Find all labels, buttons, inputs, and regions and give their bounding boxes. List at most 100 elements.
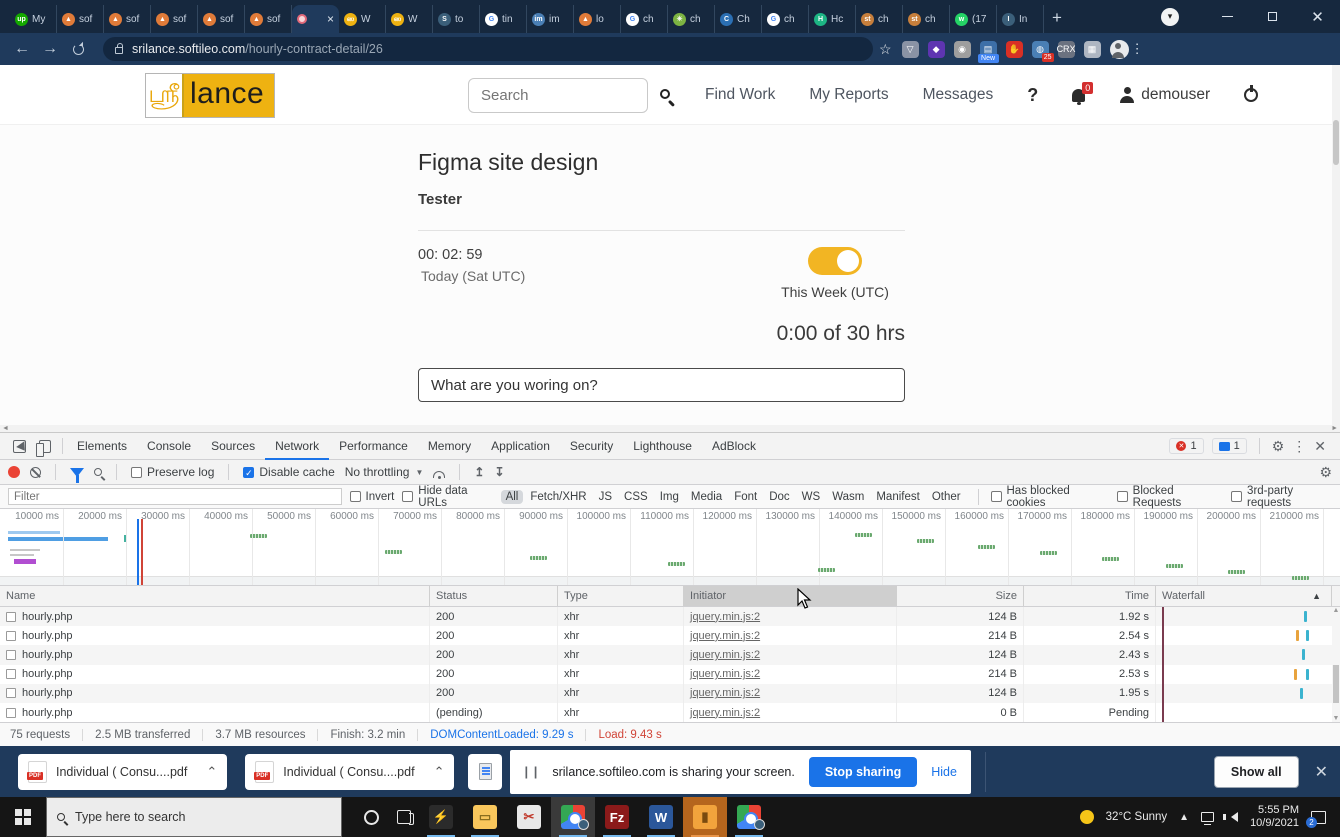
request-row[interactable]: hourly.php200xhrjquery.min.js:2124 B1.95… (0, 684, 1340, 703)
type-filter-other[interactable]: Other (927, 490, 966, 504)
search-icon[interactable] (660, 89, 670, 99)
devtools-tab-application[interactable]: Application (481, 433, 560, 460)
browser-tab[interactable]: Gtin (480, 5, 527, 33)
type-filter-css[interactable]: CSS (619, 490, 653, 504)
browser-tab[interactable]: ▲sof (151, 5, 198, 33)
initiator-link[interactable]: jquery.min.js:2 (690, 630, 760, 642)
row-checkbox[interactable] (6, 650, 16, 660)
browser-tab[interactable]: Gch (621, 5, 668, 33)
browser-tab[interactable]: CCh (715, 5, 762, 33)
network-search-icon[interactable] (94, 468, 102, 476)
throttling-select[interactable]: No throttling▼ (345, 465, 424, 479)
maximize-button[interactable] (1250, 0, 1295, 33)
browser-menu-icon[interactable]: ⋮ (1131, 41, 1144, 57)
devtools-tab-performance[interactable]: Performance (329, 433, 418, 460)
browser-tab[interactable]: w(17 (950, 5, 997, 33)
speaker-icon[interactable] (1226, 812, 1238, 822)
weather-sun-icon[interactable] (1080, 810, 1094, 824)
devtools-tab-memory[interactable]: Memory (418, 433, 481, 460)
browser-tab[interactable]: ✳ch (668, 5, 715, 33)
browser-tab[interactable]: ▲sof (198, 5, 245, 33)
lock-icon[interactable] (115, 47, 123, 54)
type-filter-font[interactable]: Font (729, 490, 762, 504)
download-item[interactable]: Individual ( Consu....pdf ⌃ (245, 754, 454, 790)
devtools-tab-sources[interactable]: Sources (201, 433, 265, 460)
type-filter-doc[interactable]: Doc (764, 490, 794, 504)
browser-profile-button[interactable]: ▾ (1161, 8, 1179, 26)
adblock-hand-icon[interactable]: ✋ (1006, 41, 1023, 58)
shield-ext-icon[interactable]: ▽ (902, 41, 919, 58)
request-row[interactable]: hourly.php(pending)xhrjquery.min.js:20 B… (0, 703, 1340, 722)
initiator-link[interactable]: jquery.min.js:2 (690, 649, 760, 661)
type-filter-wasm[interactable]: Wasm (827, 490, 869, 504)
3rd-party-requests-checkbox[interactable]: 3rd-party requests (1231, 485, 1332, 509)
task-memo-input[interactable] (418, 368, 905, 402)
browser-tab[interactable]: ▲sof (57, 5, 104, 33)
column-header-status[interactable]: Status (430, 586, 558, 606)
close-window-button[interactable]: ✕ (1295, 0, 1340, 33)
site-logo[interactable]: ஸ்ரீ lance (145, 73, 275, 118)
nav-item-messages[interactable]: Messages (923, 86, 994, 104)
network-filter-input[interactable] (8, 488, 342, 505)
request-row[interactable]: hourly.php200xhrjquery.min.js:2124 B1.92… (0, 607, 1340, 626)
export-har-icon[interactable]: ↧ (494, 465, 504, 479)
download-item[interactable]: Individual ( Consu....pdf ⌃ (18, 754, 227, 790)
weather-text[interactable]: 32°C Sunny (1106, 811, 1168, 823)
initiator-link[interactable]: jquery.min.js:2 (690, 668, 760, 680)
new-tab-button[interactable]: + (1052, 8, 1062, 28)
purple-diamond-icon[interactable]: ◆ (928, 41, 945, 58)
request-row[interactable]: hourly.php200xhrjquery.min.js:2124 B2.43… (0, 645, 1340, 664)
notification-center-icon[interactable]: 2 (1311, 811, 1326, 824)
devtools-close-icon[interactable]: ✕ (1314, 438, 1326, 455)
initiator-link[interactable]: jquery.min.js:2 (690, 687, 760, 699)
address-bar[interactable]: srilance.softileo.com/hourly-contract-de… (103, 37, 873, 61)
active-app-icon[interactable]: ▮ (683, 797, 727, 837)
chevron-up-icon[interactable]: ⌃ (434, 764, 445, 780)
word-icon[interactable]: W (639, 797, 683, 837)
site-search-input[interactable] (468, 78, 648, 113)
browser-tab[interactable]: imim (527, 5, 574, 33)
browser-tab[interactable]: ▲lo (574, 5, 621, 33)
has-blocked-cookies-checkbox[interactable]: Has blocked cookies (991, 485, 1103, 509)
devtools-tab-console[interactable]: Console (137, 433, 201, 460)
browser-tab[interactable]: ▲sof (245, 5, 292, 33)
new-badge-icon[interactable]: ▤New (980, 41, 997, 58)
scroll-right-icon[interactable]: ► (1331, 425, 1338, 432)
crx-icon[interactable]: CRX (1058, 41, 1075, 58)
back-button[interactable]: ← (8, 40, 36, 58)
column-header-type[interactable]: Type (558, 586, 684, 606)
user-menu[interactable]: demouser (1119, 86, 1210, 104)
preserve-log-checkbox[interactable]: Preserve log (131, 465, 214, 479)
taskbar-clock[interactable]: 5:55 PM 10/9/2021 (1250, 804, 1299, 830)
initiator-link[interactable]: jquery.min.js:2 (690, 707, 760, 719)
column-header-name[interactable]: Name (0, 586, 430, 606)
chrome-profile2-icon[interactable] (727, 797, 771, 837)
devtools-menu-icon[interactable]: ⋮ (1292, 438, 1306, 455)
close-shelf-icon[interactable]: ✕ (1315, 762, 1328, 782)
inspect-element-icon[interactable] (6, 440, 32, 453)
globe-badge-icon[interactable]: ◍25 (1032, 41, 1049, 58)
devtools-settings-icon[interactable]: ⚙ (1272, 438, 1285, 455)
show-all-downloads-button[interactable]: Show all (1214, 756, 1299, 788)
start-button[interactable] (0, 797, 46, 837)
row-checkbox[interactable] (6, 708, 16, 718)
devtools-tab-lighthouse[interactable]: Lighthouse (623, 433, 702, 460)
type-filter-manifest[interactable]: Manifest (871, 490, 924, 504)
file-explorer-icon[interactable]: ▭ (463, 797, 507, 837)
profile-avatar-icon[interactable] (1110, 40, 1129, 59)
puzzle-icon[interactable]: ▦ (1084, 41, 1101, 58)
record-network-icon[interactable] (8, 466, 20, 478)
devtools-tab-adblock[interactable]: AdBlock (702, 433, 766, 460)
browser-tab[interactable]: ஸW (386, 5, 433, 33)
scroll-left-icon[interactable]: ◄ (2, 425, 9, 432)
browser-tab[interactable]: Sto (433, 5, 480, 33)
row-checkbox[interactable] (6, 612, 16, 622)
initiator-link[interactable]: jquery.min.js:2 (690, 611, 760, 623)
issues-count-badge[interactable]: 1 (1212, 438, 1247, 454)
help-icon[interactable]: ? (1027, 85, 1038, 106)
chevron-up-icon[interactable]: ⌃ (206, 764, 217, 780)
browser-tab[interactable]: stch (903, 5, 950, 33)
tab-close-icon[interactable]: × (327, 12, 334, 26)
network-settings-icon[interactable]: ⚙ (1319, 464, 1332, 481)
page-vertical-scrollbar[interactable] (1332, 65, 1340, 425)
